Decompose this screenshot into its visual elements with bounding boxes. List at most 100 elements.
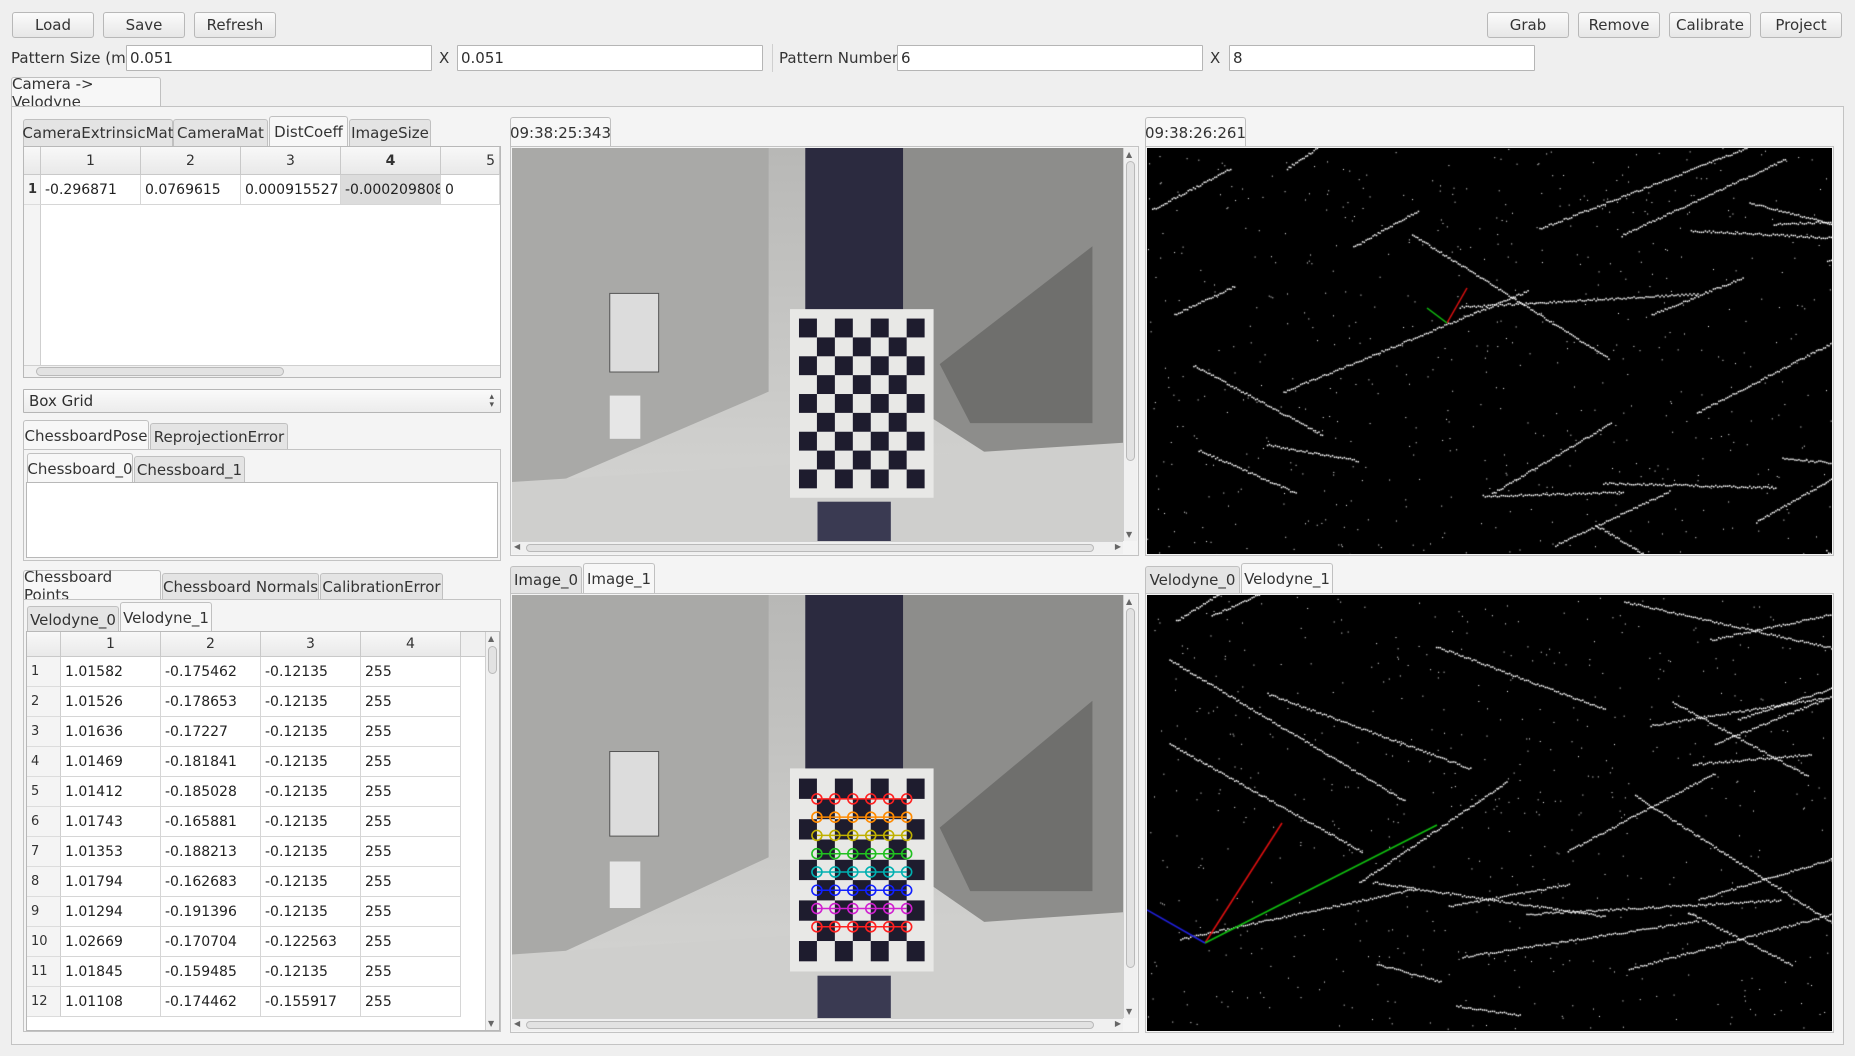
- scroll-up-icon[interactable]: ▲: [488, 634, 494, 643]
- pattern-number-width-input[interactable]: 6: [897, 45, 1203, 71]
- column-header[interactable]: 4: [341, 147, 441, 175]
- table-cell[interactable]: -0.191396: [161, 897, 261, 927]
- scroll-left-icon[interactable]: ◀: [514, 542, 520, 551]
- horizontal-scrollbar[interactable]: ◀ ▶: [512, 541, 1123, 554]
- table-cell[interactable]: 255: [361, 957, 461, 987]
- table-cell[interactable]: 1.01845: [61, 957, 161, 987]
- tab-chessboard-0[interactable]: Chessboard_0: [27, 453, 133, 483]
- camera-timestamp-tab[interactable]: 09:38:25:343: [510, 117, 611, 147]
- table-cell[interactable]: -0.17227: [161, 717, 261, 747]
- column-header[interactable]: 3: [261, 632, 361, 657]
- scroll-down-icon[interactable]: ▼: [488, 1019, 494, 1028]
- pattern-type-combobox[interactable]: Box Grid ▴ ▾: [23, 389, 501, 413]
- table-cell[interactable]: 1.01294: [61, 897, 161, 927]
- column-header[interactable]: 1: [41, 147, 141, 175]
- points-table-body[interactable]: 1 1.01582 -0.175462 -0.12135 255 2 1.01526 -0.1…: [27, 657, 485, 1030]
- column-header[interactable]: 1: [61, 632, 161, 657]
- tab-dist-coeff[interactable]: DistCoeff: [269, 116, 348, 146]
- table-cell[interactable]: -0.185028: [161, 777, 261, 807]
- pattern-size-height-input[interactable]: 0.051: [457, 45, 763, 71]
- table-cell[interactable]: -0.296871: [41, 175, 141, 205]
- scrollbar-thumb[interactable]: [36, 367, 284, 376]
- tab-calibration-error[interactable]: CalibrationError: [320, 573, 443, 600]
- table-cell[interactable]: 255: [361, 927, 461, 957]
- column-header[interactable]: 2: [141, 147, 241, 175]
- table-cell[interactable]: -0.188213: [161, 837, 261, 867]
- table-cell[interactable]: 255: [361, 687, 461, 717]
- table-cell-selected[interactable]: -0.000209808: [341, 175, 441, 205]
- scrollbar-thumb[interactable]: [488, 646, 497, 674]
- column-header[interactable]: 3: [241, 147, 341, 175]
- camera-image-view[interactable]: [512, 148, 1123, 541]
- vertical-scrollbar[interactable]: ▲ ▼: [485, 632, 499, 1030]
- table-cell[interactable]: -0.12135: [261, 687, 361, 717]
- row-header[interactable]: 5: [27, 777, 61, 807]
- table-cell[interactable]: 255: [361, 747, 461, 777]
- table-cell[interactable]: 1.01412: [61, 777, 161, 807]
- table-cell[interactable]: -0.12135: [261, 897, 361, 927]
- tab-chessboard-1[interactable]: Chessboard_1: [134, 456, 245, 483]
- row-header[interactable]: 1: [24, 175, 41, 205]
- scrollbar-thumb[interactable]: [1126, 608, 1135, 968]
- column-header[interactable]: 5: [441, 147, 500, 175]
- table-cell[interactable]: 0.000915527: [241, 175, 341, 205]
- table-cell[interactable]: -0.12135: [261, 747, 361, 777]
- velodyne-pointcloud-view[interactable]: [1147, 148, 1832, 554]
- table-cell[interactable]: -0.122563: [261, 927, 361, 957]
- pattern-number-height-input[interactable]: 8: [1229, 45, 1535, 71]
- row-header[interactable]: 7: [27, 837, 61, 867]
- horizontal-scrollbar[interactable]: ◀ ▶: [512, 1018, 1123, 1031]
- scroll-up-icon[interactable]: ▲: [1126, 150, 1132, 159]
- row-header[interactable]: 4: [27, 747, 61, 777]
- tab-image-0[interactable]: Image_0: [510, 566, 582, 593]
- table-cell[interactable]: 255: [361, 897, 461, 927]
- table-cell[interactable]: -0.170704: [161, 927, 261, 957]
- table-cell[interactable]: -0.174462: [161, 987, 261, 1017]
- table-cell[interactable]: 1.01743: [61, 807, 161, 837]
- table-cell[interactable]: -0.181841: [161, 747, 261, 777]
- table-cell[interactable]: 1.01636: [61, 717, 161, 747]
- table-cell[interactable]: 1.02669: [61, 927, 161, 957]
- refresh-button[interactable]: Refresh: [194, 12, 276, 38]
- table-cell[interactable]: 255: [361, 717, 461, 747]
- table-cell[interactable]: -0.165881: [161, 807, 261, 837]
- scroll-left-icon[interactable]: ◀: [514, 1019, 520, 1028]
- table-cell[interactable]: 255: [361, 777, 461, 807]
- tab-velodyne-0[interactable]: Velodyne_0: [1145, 566, 1240, 593]
- table-cell[interactable]: -0.12135: [261, 717, 361, 747]
- row-header[interactable]: 6: [27, 807, 61, 837]
- tab-reprojection-error[interactable]: ReprojectionError: [150, 423, 288, 450]
- tab-image-1[interactable]: Image_1: [583, 563, 655, 593]
- row-header[interactable]: 2: [27, 687, 61, 717]
- scrollbar-thumb[interactable]: [526, 1021, 1094, 1029]
- column-header[interactable]: 2: [161, 632, 261, 657]
- tab-camera-velodyne[interactable]: Camera -> Velodyne: [11, 75, 161, 111]
- chessboard-detection-image[interactable]: [512, 595, 1123, 1018]
- row-header[interactable]: 12: [27, 987, 61, 1017]
- table-cell[interactable]: -0.12135: [261, 837, 361, 867]
- table-cell[interactable]: -0.12135: [261, 777, 361, 807]
- table-cell[interactable]: 0.0769615: [141, 175, 241, 205]
- table-cell[interactable]: -0.178653: [161, 687, 261, 717]
- column-header[interactable]: 4: [361, 632, 461, 657]
- scroll-down-icon[interactable]: ▼: [1126, 530, 1132, 539]
- table-cell[interactable]: -0.12135: [261, 957, 361, 987]
- save-button[interactable]: Save: [103, 12, 185, 38]
- row-header[interactable]: 3: [27, 717, 61, 747]
- row-header[interactable]: 11: [27, 957, 61, 987]
- table-cell[interactable]: 0: [441, 175, 500, 205]
- tab-camera-extrinsic-mat[interactable]: CameraExtrinsicMat: [22, 119, 174, 146]
- velodyne-timestamp-tab[interactable]: 09:38:26:261: [1145, 117, 1246, 147]
- table-cell[interactable]: -0.159485: [161, 957, 261, 987]
- table-cell[interactable]: 1.01582: [61, 657, 161, 687]
- table-cell[interactable]: 255: [361, 867, 461, 897]
- table-cell[interactable]: 255: [361, 987, 461, 1017]
- table-cell[interactable]: 1.01794: [61, 867, 161, 897]
- vertical-scrollbar[interactable]: ▲ ▼: [1123, 148, 1137, 541]
- scroll-right-icon[interactable]: ▶: [1115, 542, 1121, 551]
- scrollbar-thumb[interactable]: [526, 544, 1094, 552]
- scroll-down-icon[interactable]: ▼: [1126, 1007, 1132, 1016]
- pattern-size-width-input[interactable]: 0.051: [126, 45, 432, 71]
- scroll-up-icon[interactable]: ▲: [1126, 597, 1132, 606]
- table-cell[interactable]: 255: [361, 837, 461, 867]
